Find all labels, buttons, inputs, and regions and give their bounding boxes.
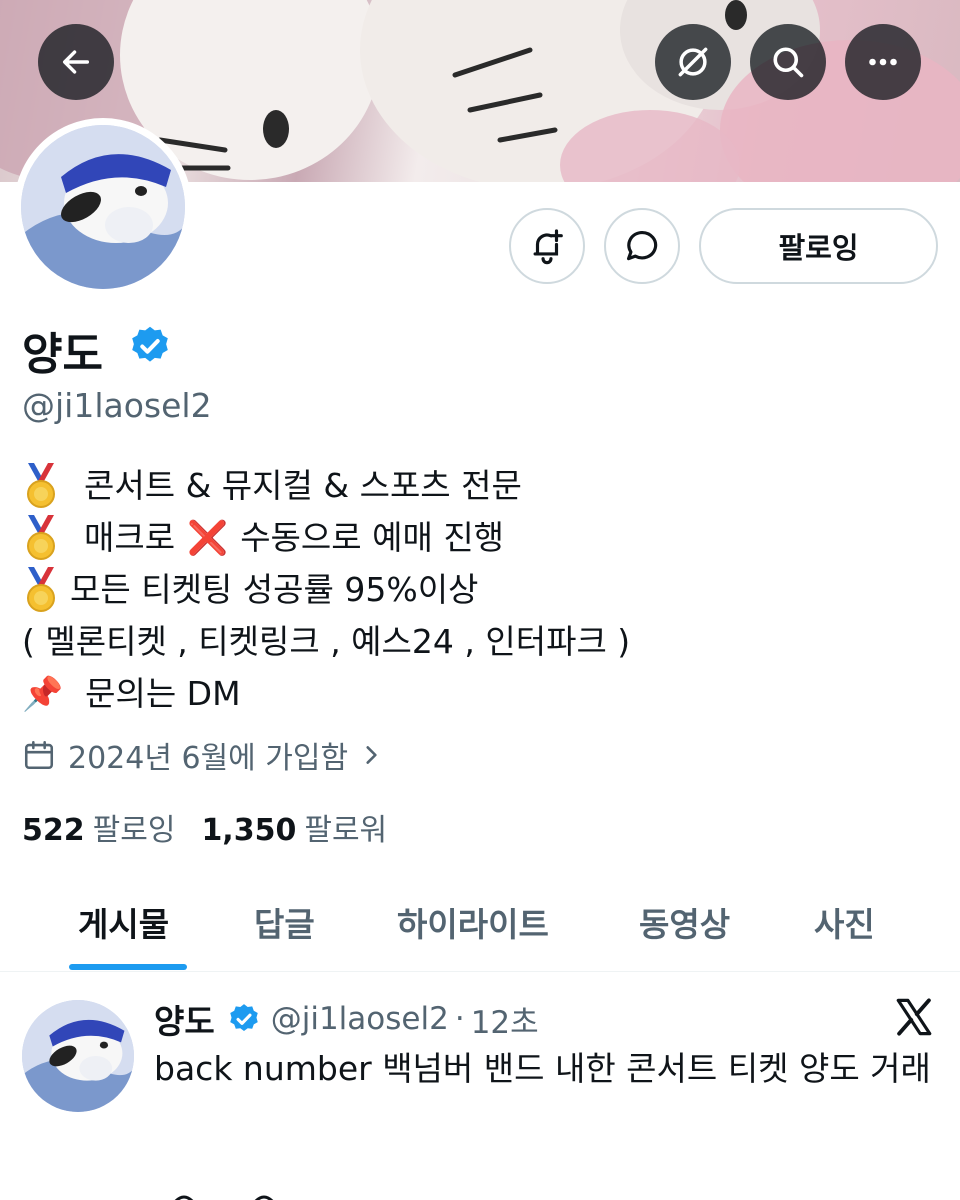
following-label: 팔로잉 (92, 813, 176, 848)
avatar-image (22, 1000, 134, 1112)
bio-line: 매크로 ❌ 수동으로 예매 진행 (22, 512, 630, 564)
joined-date[interactable]: 2024년 6월에 가입함 (22, 733, 384, 777)
pushpin-icon: 📌 (22, 674, 64, 713)
back-arrow-icon (62, 50, 90, 74)
bio-line: ( 멜론티켓 , 티켓링크 , 예스24 , 인터파크 ) (22, 616, 630, 668)
tab-posts[interactable]: 게시물 (78, 898, 169, 946)
profile-avatar[interactable] (14, 118, 192, 296)
post-text-continuation (154, 1188, 294, 1200)
chat-bubble-icon (626, 230, 658, 261)
following-count: 522 (22, 813, 85, 848)
post-timestamp[interactable]: 12초 (471, 997, 539, 1042)
post-avatar[interactable] (22, 1000, 134, 1112)
followers-count: 1,350 (201, 813, 297, 848)
verified-badge-icon[interactable] (128, 324, 172, 368)
medal-icon (27, 463, 55, 508)
tab-photos[interactable]: 사진 (814, 898, 875, 946)
post-text[interactable]: back number 백넘버 밴드 내한 콘서트 티켓 양도 거래 (154, 1046, 944, 1092)
tab-replies[interactable]: 답글 (254, 898, 315, 946)
tab-videos[interactable]: 동영상 (639, 898, 730, 946)
profile-tabs: 게시물 답글 하이라이트 동영상 사진 (0, 870, 960, 972)
more-button[interactable] (845, 24, 921, 100)
bio-text: 수동으로 예매 진행 (240, 518, 505, 557)
message-button[interactable] (604, 208, 680, 284)
grok-slash-icon (678, 47, 708, 77)
avatar-image (21, 125, 185, 289)
bell-plus-icon (533, 229, 563, 265)
following-link[interactable]: 522 팔로잉 (22, 805, 175, 849)
profile-bio: 콘서트 & 뮤지컬 & 스포츠 전문 매크로 ❌ 수동으로 예매 진행 모든 티… (22, 460, 630, 720)
follow-stats: 522 팔로잉 1,350 팔로워 (22, 805, 387, 849)
more-dots-icon (869, 58, 897, 66)
joined-text: 2024년 6월에 가입함 (68, 741, 349, 776)
x-logo-icon (896, 998, 932, 1036)
post-author-name[interactable]: 양도 (154, 995, 215, 1043)
calendar-icon (24, 740, 54, 770)
grok-button[interactable] (655, 24, 731, 100)
search-button[interactable] (750, 24, 826, 100)
bio-line: 콘서트 & 뮤지컬 & 스포츠 전문 (22, 460, 630, 512)
search-icon (773, 47, 804, 78)
bio-text: 콘서트 & 뮤지컬 & 스포츠 전문 (84, 466, 522, 505)
profile-handle: @ji1laosel2 (22, 386, 212, 425)
post-author-handle[interactable]: @ji1laosel2 (271, 1001, 449, 1037)
following-button[interactable]: 팔로잉 (699, 208, 938, 284)
followers-label: 팔로워 (304, 813, 388, 848)
active-tab-indicator (69, 964, 187, 970)
bio-line: 📌 문의는 DM (22, 668, 630, 720)
medal-icon (27, 567, 55, 612)
notification-subscribe-button[interactable] (509, 208, 585, 284)
bio-text: 모든 티켓팅 성공률 95%이상 (70, 570, 479, 609)
back-button[interactable] (38, 24, 114, 100)
bio-text: 매크로 (84, 518, 176, 557)
chevron-right-icon (366, 746, 377, 764)
bio-line: 모든 티켓팅 성공률 95%이상 (22, 564, 630, 616)
profile-name: 양도 (22, 329, 103, 380)
separator-dot: · (454, 1001, 465, 1037)
tab-highlights[interactable]: 하이라이트 (397, 898, 549, 946)
verified-badge-icon[interactable] (227, 1002, 261, 1036)
bio-text: ( 멜론티켓 , 티켓링크 , 예스24 , 인터파크 ) (22, 622, 631, 661)
medal-icon (27, 515, 55, 560)
cross-mark-icon: ❌ (187, 518, 229, 557)
post-header: 양도 @ji1laosel2 · 12초 (154, 996, 539, 1042)
bio-text: 문의는 DM (85, 674, 241, 713)
followers-link[interactable]: 1,350 팔로워 (201, 805, 387, 849)
